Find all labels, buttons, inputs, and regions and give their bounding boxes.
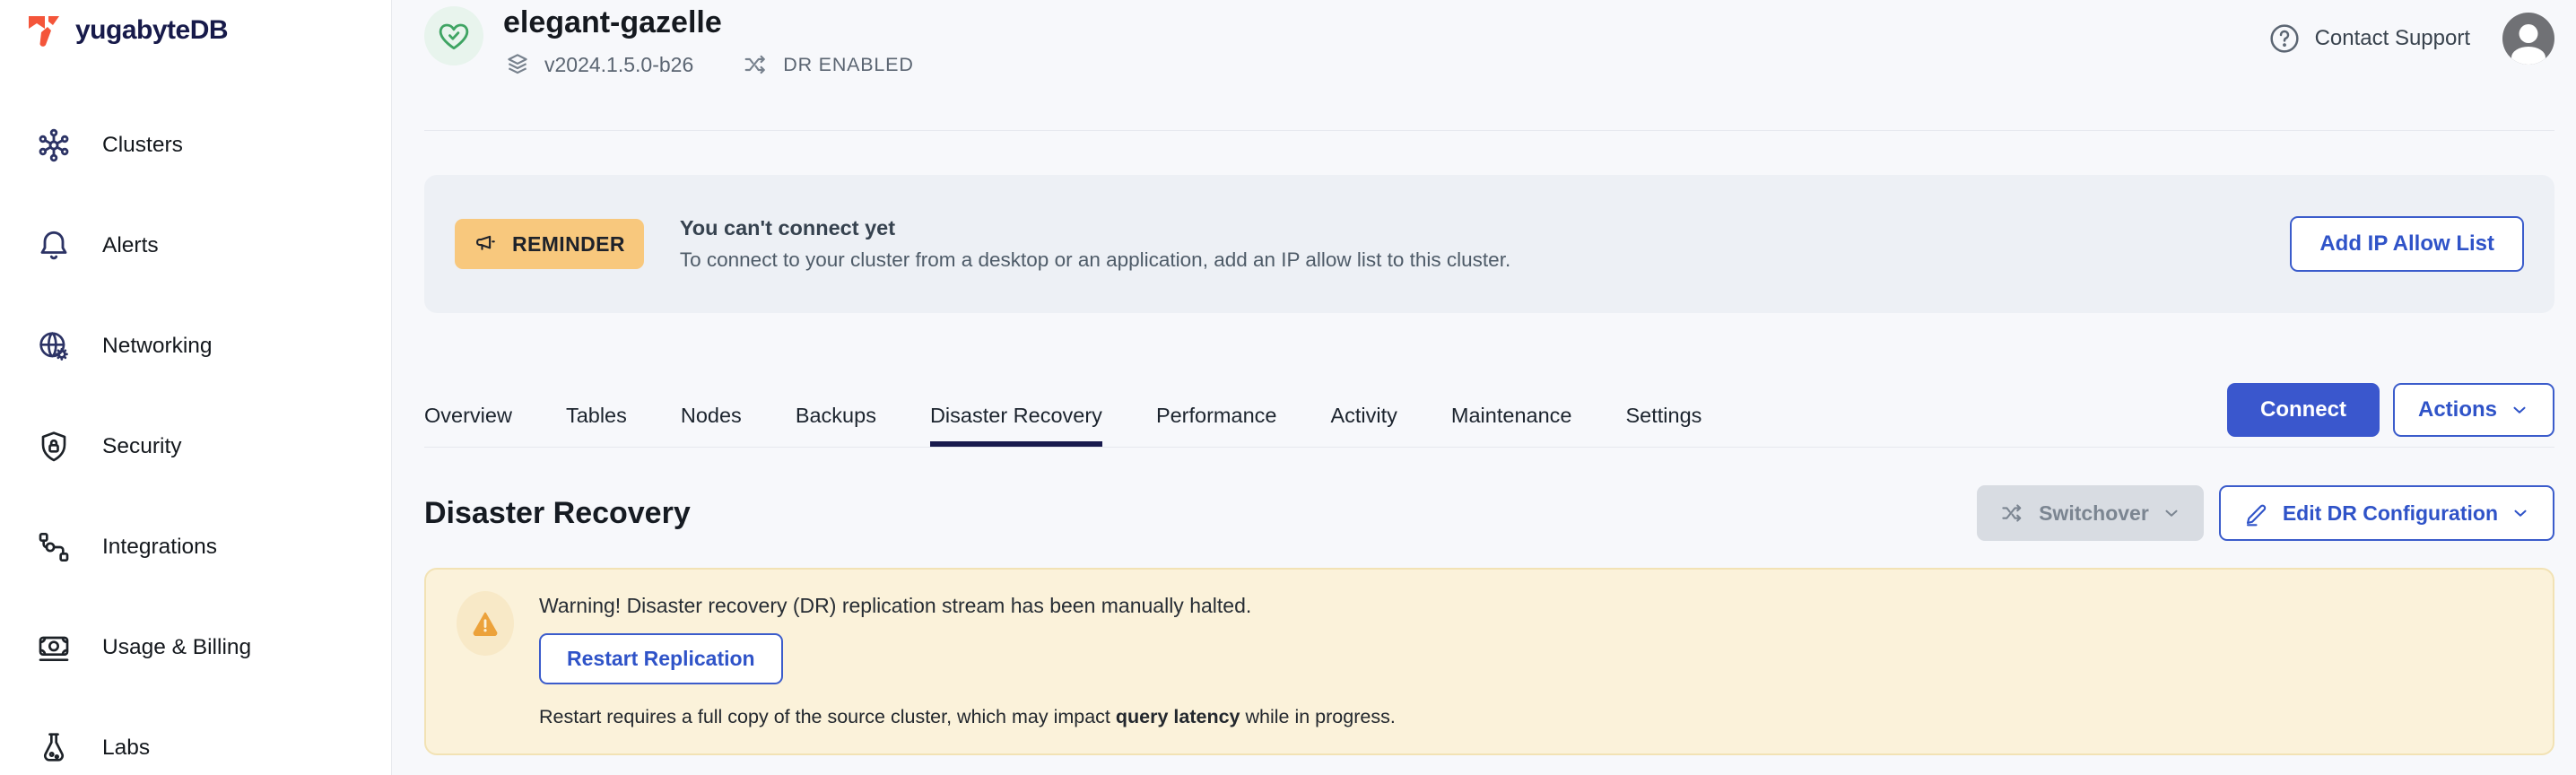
sidebar-item-label: Networking	[102, 334, 213, 359]
actions-label: Actions	[2418, 397, 2497, 422]
cluster-tabs: Overview Tables Nodes Backups Disaster R…	[424, 404, 1755, 447]
dr-section-header: Disaster Recovery Switchover	[424, 485, 2554, 541]
warning-icon-circle	[457, 591, 514, 656]
contact-support-link[interactable]: Contact Support	[2267, 21, 2470, 57]
restart-replication-button[interactable]: Restart Replication	[539, 633, 783, 684]
security-shield-lock-icon	[36, 429, 72, 465]
sidebar-item-label: Alerts	[102, 233, 159, 258]
sidebar-item-label: Security	[102, 434, 182, 459]
cluster-name: elegant-gazelle	[503, 6, 914, 39]
labs-flask-icon	[36, 730, 72, 766]
megaphone-icon	[474, 231, 500, 257]
edit-dr-label: Edit DR Configuration	[2283, 501, 2498, 526]
reminder-text: You can't connect yet To connect to your…	[680, 216, 1510, 272]
sidebar-item-alerts[interactable]: Alerts	[0, 224, 391, 267]
chevron-down-icon	[2162, 503, 2181, 523]
clusters-icon	[36, 127, 72, 163]
sidebar-item-security[interactable]: Security	[0, 425, 391, 468]
cluster-title-block: elegant-gazelle v2024.1.5.0-b26	[503, 6, 914, 130]
sidebar: yugabyteDB Clusters Alerts	[0, 0, 392, 775]
tab-backups[interactable]: Backups	[796, 404, 876, 447]
cluster-tabs-row: Overview Tables Nodes Backups Disaster R…	[424, 313, 2554, 448]
integrations-flow-icon	[36, 529, 72, 565]
yugabytedb-logo-icon	[23, 11, 65, 50]
shuffle-icon	[1999, 500, 2026, 527]
tab-nodes[interactable]: Nodes	[681, 404, 742, 447]
alerts-bell-icon	[36, 228, 72, 264]
add-ip-allow-list-button[interactable]: Add IP Allow List	[2290, 216, 2524, 272]
header-right: Contact Support	[2267, 6, 2554, 71]
warning-note-text: Restart requires a full copy of the sour…	[539, 706, 1116, 727]
reminder-badge: REMINDER	[455, 219, 644, 269]
warning-content: Warning! Disaster recovery (DR) replicat…	[539, 591, 1396, 728]
warning-triangle-icon	[471, 609, 500, 638]
sidebar-item-integrations[interactable]: Integrations	[0, 526, 391, 569]
switchover-label: Switchover	[2039, 501, 2149, 526]
sidebar-item-label: Integrations	[102, 535, 217, 560]
shuffle-icon	[742, 50, 770, 79]
sidebar-item-label: Usage & Billing	[102, 635, 251, 660]
warning-title: Warning! Disaster recovery (DR) replicat…	[539, 591, 1396, 618]
networking-globe-gear-icon	[36, 328, 72, 364]
logo-text: yugabyteDB	[75, 15, 228, 46]
dr-section-buttons: Switchover Edit DR Configuration	[1977, 485, 2554, 541]
warning-note-bold: query latency	[1116, 706, 1240, 727]
edit-dr-configuration-button[interactable]: Edit DR Configuration	[2219, 485, 2554, 541]
cluster-identity: elegant-gazelle v2024.1.5.0-b26	[424, 6, 914, 130]
layers-icon	[503, 50, 532, 79]
chevron-down-icon	[2511, 503, 2530, 523]
cluster-version: v2024.1.5.0-b26	[544, 53, 693, 77]
reminder-subtitle: To connect to your cluster from a deskto…	[680, 248, 1510, 272]
tab-maintenance[interactable]: Maintenance	[1451, 404, 1572, 447]
avatar-person-icon	[2519, 24, 2538, 43]
tab-activity[interactable]: Activity	[1330, 404, 1397, 447]
sidebar-item-labs[interactable]: Labs	[0, 727, 391, 770]
tab-tables[interactable]: Tables	[566, 404, 627, 447]
warning-note: Restart requires a full copy of the sour…	[539, 706, 1396, 728]
tab-overview[interactable]: Overview	[424, 404, 512, 447]
warning-note-text: while in progress.	[1240, 706, 1396, 727]
sidebar-item-usage-billing[interactable]: Usage & Billing	[0, 626, 391, 669]
chevron-down-icon	[2510, 400, 2529, 420]
switchover-dropdown-button[interactable]: Switchover	[1977, 485, 2204, 541]
reminder-banner: REMINDER You can't connect yet To connec…	[424, 175, 2554, 313]
cluster-health-badge	[424, 6, 483, 65]
cluster-header: elegant-gazelle v2024.1.5.0-b26	[424, 0, 2554, 131]
cluster-action-buttons: Connect Actions	[2227, 383, 2554, 437]
tab-disaster-recovery[interactable]: Disaster Recovery	[930, 404, 1102, 447]
dr-enabled-badge: DR ENABLED	[783, 54, 913, 76]
tab-performance[interactable]: Performance	[1156, 404, 1277, 447]
heart-check-icon	[436, 18, 472, 54]
reminder-badge-label: REMINDER	[512, 232, 625, 257]
yugabytedb-logo[interactable]: yugabyteDB	[0, 0, 391, 50]
cluster-meta: v2024.1.5.0-b26 DR ENABLED	[503, 50, 914, 79]
connect-button[interactable]: Connect	[2227, 383, 2380, 437]
question-circle-icon	[2267, 21, 2302, 57]
main-content: elegant-gazelle v2024.1.5.0-b26	[392, 0, 2576, 775]
tab-settings[interactable]: Settings	[1625, 404, 1701, 447]
billing-banknote-icon	[36, 630, 72, 666]
sidebar-item-networking[interactable]: Networking	[0, 325, 391, 368]
page-title: Disaster Recovery	[424, 496, 691, 531]
contact-support-label: Contact Support	[2315, 26, 2470, 51]
sidebar-item-clusters[interactable]: Clusters	[0, 124, 391, 167]
reminder-title: You can't connect yet	[680, 216, 1510, 240]
user-avatar[interactable]	[2502, 13, 2554, 65]
edit-pencil-icon	[2243, 500, 2270, 527]
sidebar-item-label: Clusters	[102, 133, 183, 158]
sidebar-item-label: Labs	[102, 736, 150, 761]
dr-warning-banner: Warning! Disaster recovery (DR) replicat…	[424, 568, 2554, 755]
actions-dropdown-button[interactable]: Actions	[2393, 383, 2554, 437]
side-nav: Clusters Alerts Networking Se	[0, 124, 391, 770]
